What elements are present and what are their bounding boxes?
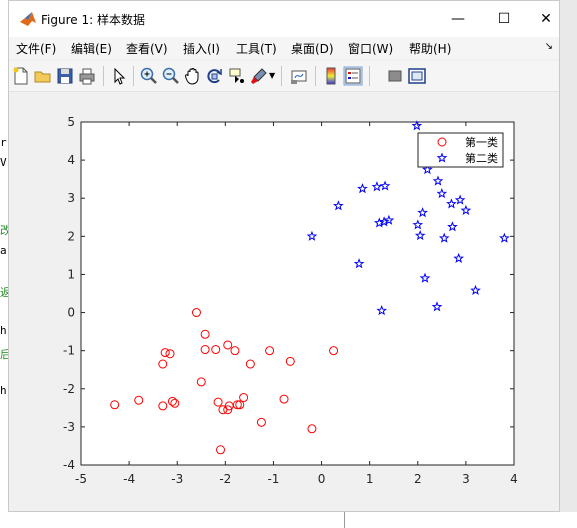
y-tick-label: 0 <box>67 306 75 320</box>
legend[interactable]: 第一类 第二类 <box>417 132 504 168</box>
x-tick-label: -4 <box>123 472 135 486</box>
legend-label-series-2: 第二类 <box>465 151 498 165</box>
x-tick-label: -2 <box>219 472 231 486</box>
y-tick-label: 1 <box>67 267 75 281</box>
y-tick-label: -3 <box>63 420 75 434</box>
legend-label-series-1: 第一类 <box>465 135 498 149</box>
y-tick-label: -2 <box>63 382 75 396</box>
x-tick-label: -3 <box>171 472 183 486</box>
x-tick-label: 2 <box>414 472 422 486</box>
plot-axes-area <box>80 121 515 466</box>
x-tick-label: -5 <box>75 472 87 486</box>
y-tick-label: -4 <box>63 458 75 472</box>
x-tick-label: 4 <box>510 472 518 486</box>
x-tick-label: 3 <box>462 472 470 486</box>
x-tick-label: 1 <box>366 472 374 486</box>
y-tick-label: 5 <box>67 115 75 129</box>
y-tick-label: -1 <box>63 344 75 358</box>
x-tick-label: 0 <box>318 472 326 486</box>
y-tick-label: 4 <box>67 153 75 167</box>
y-tick-label: 2 <box>67 229 75 243</box>
y-tick-label: 3 <box>67 191 75 205</box>
x-tick-label: -1 <box>267 472 279 486</box>
scatter-plot[interactable]: -5 -4 -3 -2 -1 0 1 2 3 4-4-3-2-1012345 第一类 第二类 <box>0 0 577 528</box>
